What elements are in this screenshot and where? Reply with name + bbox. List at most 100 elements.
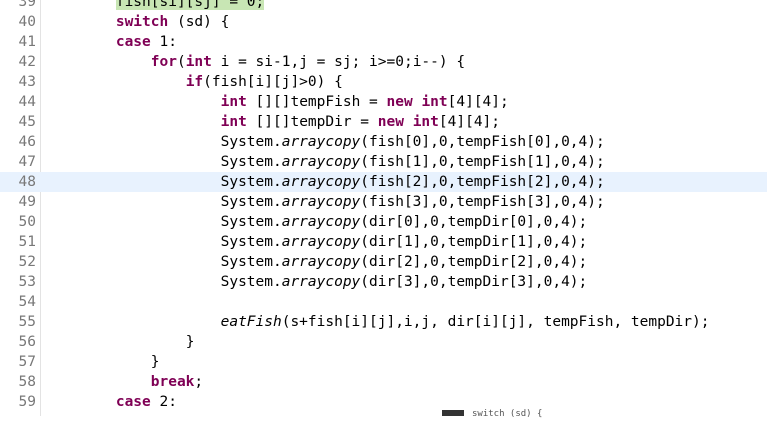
code-line[interactable]: 51 System.arraycopy(dir[1],0,tempDir[1],… bbox=[0, 232, 767, 252]
code-text[interactable]: System.arraycopy(dir[1],0,tempDir[1],0,4… bbox=[46, 232, 588, 252]
keyword-token: case bbox=[115, 34, 151, 50]
line-number: 41 bbox=[18, 34, 36, 50]
line-number: 47 bbox=[18, 154, 36, 170]
code-line[interactable]: 52 System.arraycopy(dir[2],0,tempDir[2],… bbox=[0, 252, 767, 272]
code-line[interactable]: 59 case 2: bbox=[0, 392, 767, 412]
code-text[interactable]: System.arraycopy(dir[3],0,tempDir[3],0,4… bbox=[46, 272, 588, 292]
line-number: 43 bbox=[18, 74, 36, 90]
line-number: 53 bbox=[18, 274, 36, 290]
code-line[interactable]: 55 eatFish(s+fish[i][j],i,j, dir[i][j], … bbox=[0, 312, 767, 332]
code-token: (dir[1],0,tempDir[1],0,4); bbox=[360, 234, 588, 250]
code-text[interactable]: switch (sd) { bbox=[46, 12, 230, 32]
code-text[interactable]: System.arraycopy(fish[1],0,tempFish[1],0… bbox=[46, 152, 605, 172]
code-line[interactable]: 54 bbox=[0, 292, 767, 312]
code-token: System. bbox=[220, 274, 282, 290]
line-number: 52 bbox=[18, 254, 36, 270]
code-line[interactable]: 44 int [][]tempFish = new int[4][4]; bbox=[0, 92, 767, 112]
line-number: 46 bbox=[18, 134, 36, 150]
code-token: System. bbox=[220, 214, 282, 230]
code-text[interactable]: } bbox=[46, 352, 160, 372]
code-token: (fish[i][j]>0) { bbox=[203, 74, 343, 90]
code-line[interactable]: 56 } bbox=[0, 332, 767, 352]
code-line[interactable]: 41 case 1: bbox=[0, 32, 767, 52]
code-line[interactable]: 43 if(fish[i][j]>0) { bbox=[0, 72, 767, 92]
code-token: 2: bbox=[150, 394, 177, 410]
keyword-token: int bbox=[421, 94, 448, 110]
keyword-token: for bbox=[150, 54, 177, 70]
code-token: (fish[0],0,tempFish[0],0,4); bbox=[360, 134, 605, 150]
code-line[interactable]: 42 for(int i = si-1,j = sj; i>=0;i--) { bbox=[0, 52, 767, 72]
code-text[interactable]: } bbox=[46, 332, 195, 352]
code-line[interactable]: 48 System.arraycopy(fish[2],0,tempFish[2… bbox=[0, 172, 767, 192]
code-text[interactable]: case 2: bbox=[46, 392, 177, 412]
keyword-token: new bbox=[377, 114, 404, 130]
code-token: fish[si][sj] = 0; bbox=[115, 0, 265, 10]
code-line[interactable]: 58 break; bbox=[0, 372, 767, 392]
code-token: System. bbox=[220, 134, 282, 150]
code-text[interactable]: System.arraycopy(dir[0],0,tempDir[0],0,4… bbox=[46, 212, 588, 232]
code-text[interactable]: System.arraycopy(fish[2],0,tempFish[2],0… bbox=[46, 172, 605, 192]
keyword-token: break bbox=[150, 374, 195, 390]
code-text[interactable]: case 1: bbox=[46, 32, 177, 52]
line-number: 44 bbox=[18, 94, 36, 110]
code-token: [][]tempDir = bbox=[246, 114, 378, 130]
method-token: arraycopy bbox=[281, 274, 361, 290]
keyword-token: int bbox=[412, 114, 439, 130]
code-line[interactable]: 46 System.arraycopy(fish[0],0,tempFish[0… bbox=[0, 132, 767, 152]
code-text[interactable]: break; bbox=[46, 372, 203, 392]
code-text[interactable]: eatFish(s+fish[i][j],i,j, dir[i][j], tem… bbox=[46, 312, 710, 332]
code-token: ; bbox=[194, 374, 204, 390]
line-number: 48 bbox=[18, 174, 36, 190]
code-line[interactable]: 49 System.arraycopy(fish[3],0,tempFish[3… bbox=[0, 192, 767, 212]
code-token: i = si-1,j = sj; i>=0;i--) { bbox=[211, 54, 466, 70]
method-token: arraycopy bbox=[281, 234, 361, 250]
line-number: 50 bbox=[18, 214, 36, 230]
code-line[interactable]: 39 fish[si][sj] = 0; bbox=[0, 0, 767, 12]
code-text[interactable]: if(fish[i][j]>0) { bbox=[46, 72, 343, 92]
method-token: arraycopy bbox=[281, 154, 361, 170]
code-token: System. bbox=[220, 154, 282, 170]
code-text[interactable]: for(int i = si-1,j = sj; i>=0;i--) { bbox=[46, 52, 465, 72]
method-token: eatFish bbox=[220, 314, 282, 330]
code-token: [][]tempFish = bbox=[246, 94, 387, 110]
code-line[interactable]: 57 } bbox=[0, 352, 767, 372]
code-text[interactable]: System.arraycopy(dir[2],0,tempDir[2],0,4… bbox=[46, 252, 588, 272]
code-token: } bbox=[185, 334, 195, 350]
code-token: [4][4]; bbox=[447, 94, 509, 110]
code-line[interactable]: 50 System.arraycopy(dir[0],0,tempDir[0],… bbox=[0, 212, 767, 232]
code-token: (sd) { bbox=[168, 14, 230, 30]
code-token: (fish[2],0,tempFish[2],0,4); bbox=[360, 174, 605, 190]
code-token: (dir[0],0,tempDir[0],0,4); bbox=[360, 214, 588, 230]
code-line[interactable]: 53 System.arraycopy(dir[3],0,tempDir[3],… bbox=[0, 272, 767, 292]
line-number: 40 bbox=[18, 14, 36, 30]
code-token: System. bbox=[220, 194, 282, 210]
keyword-token: switch bbox=[115, 14, 169, 30]
line-number: 49 bbox=[18, 194, 36, 210]
code-line[interactable]: 40 switch (sd) { bbox=[0, 12, 767, 32]
code-text[interactable]: fish[si][sj] = 0; bbox=[46, 0, 265, 12]
code-text[interactable]: System.arraycopy(fish[0],0,tempFish[0],0… bbox=[46, 132, 605, 152]
code-token: System. bbox=[220, 174, 282, 190]
keyword-token: int bbox=[220, 114, 247, 130]
code-token: (dir[2],0,tempDir[2],0,4); bbox=[360, 254, 588, 270]
code-line[interactable]: 45 int [][]tempDir = new int[4][4]; bbox=[0, 112, 767, 132]
line-number: 56 bbox=[18, 334, 36, 350]
line-number: 39 bbox=[18, 0, 36, 10]
code-line[interactable]: 47 System.arraycopy(fish[1],0,tempFish[1… bbox=[0, 152, 767, 172]
hover-popup: switch (sd) { bbox=[472, 409, 543, 419]
code-text[interactable]: int [][]tempDir = new int[4][4]; bbox=[46, 112, 500, 132]
line-number: 42 bbox=[18, 54, 36, 70]
code-text[interactable]: int [][]tempFish = new int[4][4]; bbox=[46, 92, 509, 112]
code-token: [4][4]; bbox=[438, 114, 501, 130]
code-text[interactable]: System.arraycopy(fish[3],0,tempFish[3],0… bbox=[46, 192, 605, 212]
